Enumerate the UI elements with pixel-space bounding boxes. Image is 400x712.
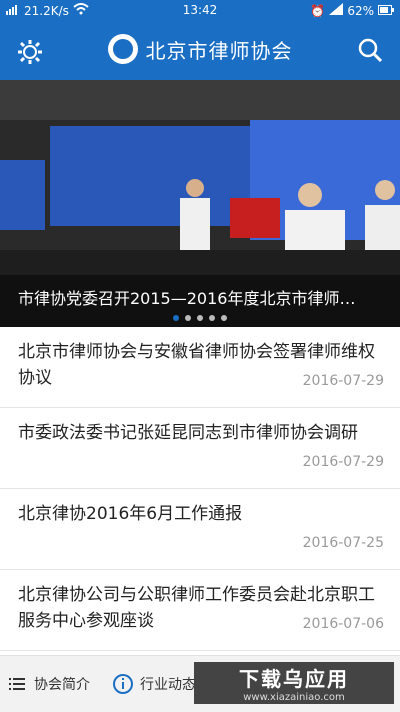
news-item-4[interactable]: 北京律协公司与公职律师工作委员会赴北京职工服务中心参观座谈 2016-07-06 [0, 570, 400, 651]
info-icon [112, 673, 134, 695]
carousel-dots [0, 315, 400, 321]
news-item-2[interactable]: 市委政法委书记张延昆同志到市律师协会调研 2016-07-29 [0, 408, 400, 489]
tab-industry-news-label: 行业动态 [140, 677, 196, 693]
news-date: 2016-07-29 [302, 454, 384, 470]
association-logo [107, 34, 138, 64]
status-bar: 21.2K/s 13:42 ⏰ 62% [0, 0, 400, 22]
carousel-dot-2[interactable] [185, 315, 191, 321]
news-date: 2016-07-29 [302, 373, 384, 389]
watermark-url: www.xiazainiao.com [243, 692, 345, 703]
list-icon [6, 673, 28, 695]
carousel-dot-1[interactable] [173, 315, 179, 321]
watermark-title: 下载乌应用 [239, 667, 349, 691]
news-item-3[interactable]: 北京律协2016年6月工作通报 2016-07-25 [0, 489, 400, 570]
carousel-dot-3[interactable] [197, 315, 203, 321]
battery-icon [378, 4, 394, 18]
tab-about[interactable]: 协会简介 [0, 673, 106, 695]
tab-about-label: 协会简介 [34, 677, 90, 693]
page-title: 北京市律师协会 [145, 38, 293, 63]
watermark: 下载乌应用 www.xiazainiao.com [194, 662, 394, 704]
alarm-icon: ⏰ [310, 3, 326, 18]
app-header: 北京市律师协会 [0, 22, 400, 80]
news-list: 北京市律师协会与安徽省律师协会签署律师维权协议 2016-07-29 市委政法委… [0, 327, 400, 651]
news-date: 2016-07-06 [302, 616, 384, 632]
news-title: 北京律协2016年6月工作通报 [18, 504, 243, 524]
battery-percent: 62% [347, 3, 374, 18]
status-right: ⏰ 62% [310, 3, 394, 18]
carousel-dot-5[interactable] [221, 315, 227, 321]
news-banner[interactable]: 市律协党委召开2015—2016年度北京市律师… [0, 80, 400, 327]
news-date: 2016-07-25 [302, 535, 384, 551]
search-icon[interactable] [356, 36, 384, 64]
news-title: 市委政法委书记张延昆同志到市律师协会调研 [18, 423, 358, 443]
news-item-1[interactable]: 北京市律师协会与安徽省律师协会签署律师维权协议 2016-07-29 [0, 327, 400, 408]
cellular-icon [329, 3, 344, 18]
carousel-dot-4[interactable] [209, 315, 215, 321]
header-title-group: 北京市律师协会 [0, 34, 400, 64]
